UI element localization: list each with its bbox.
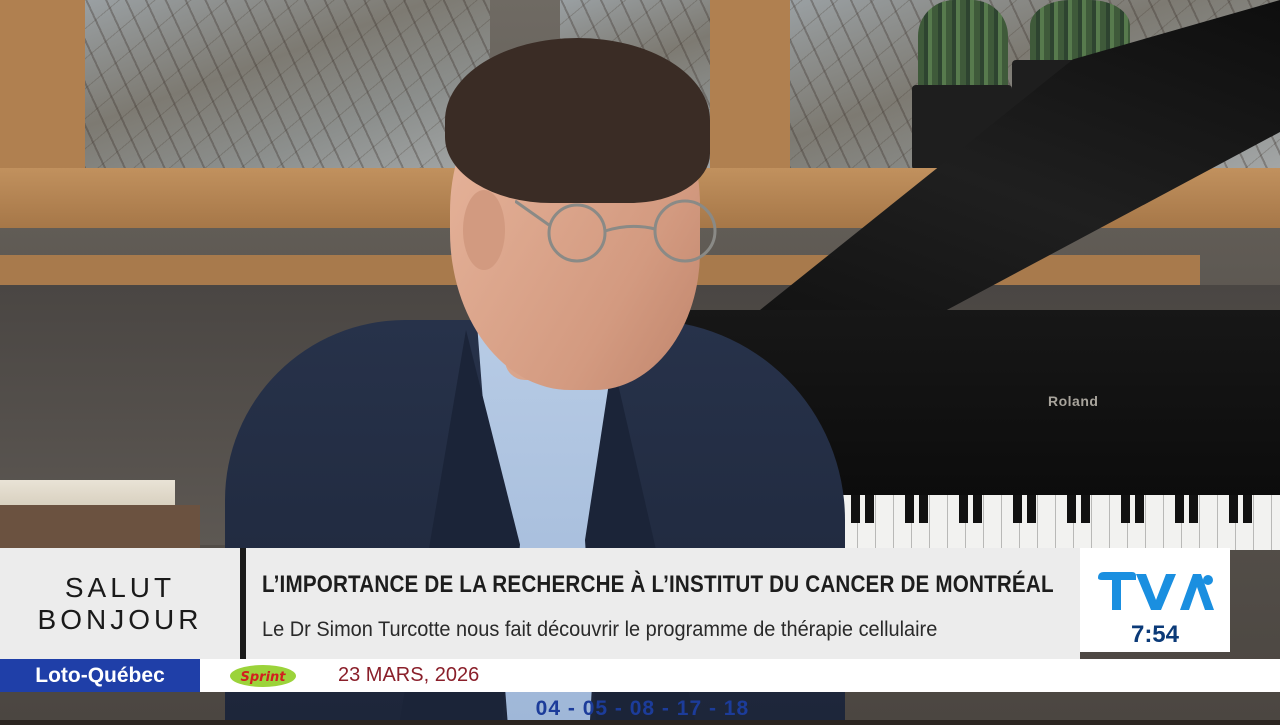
show-name-line: BONJOUR: [37, 603, 203, 635]
piano-black-keys: [840, 495, 1280, 523]
svg-text:Sprint: Sprint: [240, 670, 286, 685]
channel-bug: 7:54: [1080, 548, 1230, 652]
guest-hair: [445, 38, 710, 203]
loto-quebec-label: Loto-Québec: [0, 659, 200, 692]
plant: [918, 0, 1008, 90]
headline: L’IMPORTANCE DE LA RECHERCHE À L’INSTITU…: [262, 571, 1054, 598]
piano-brand-label: Roland: [1048, 393, 1099, 409]
draw-date: 23 MARS, 2026: [338, 664, 480, 686]
subheadline: Le Dr Simon Turcotte nous fait découvrir…: [262, 618, 938, 641]
bottom-strip: [0, 692, 1280, 720]
studio-window: [85, 0, 490, 170]
lower-third-divider: [240, 548, 246, 659]
show-name-line: SALUT: [64, 571, 176, 603]
sprint-logo-icon: Sprint: [230, 665, 296, 687]
clock-time: 7:54: [1130, 621, 1180, 648]
side-table: [0, 505, 200, 550]
tva-logo-icon: [1098, 572, 1214, 610]
glasses-icon: [515, 199, 717, 263]
show-name: SALUT BONJOUR: [0, 548, 240, 659]
guest-ear: [463, 190, 505, 270]
